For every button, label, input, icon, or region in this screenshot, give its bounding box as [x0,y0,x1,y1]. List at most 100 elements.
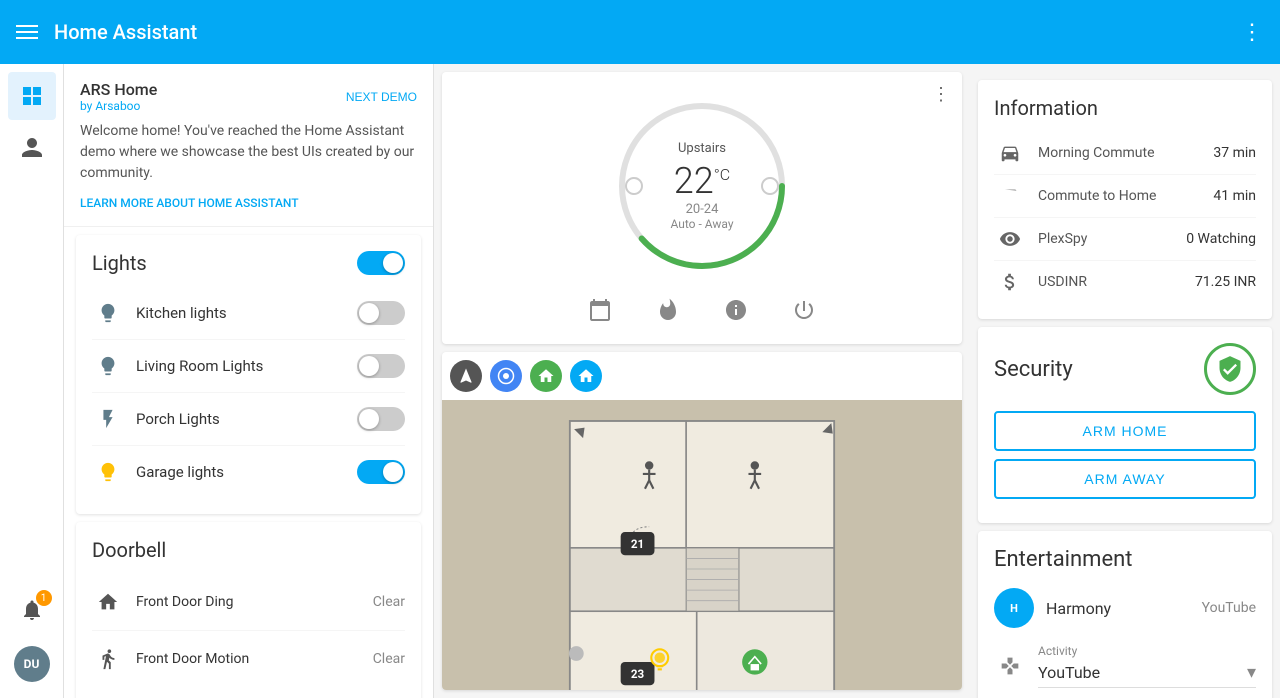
thermostat-calendar-icon[interactable] [582,292,618,328]
car-icon [994,185,1026,207]
walk-icon [92,643,124,675]
garage-lights-toggle[interactable] [357,460,405,484]
information-title: Information [994,96,1256,120]
sidebar-item-person[interactable] [8,124,56,172]
app-title: Home Assistant [54,20,1241,44]
thermostat-more-button[interactable]: ⋮ [932,84,950,105]
chrome-icon[interactable] [490,360,522,392]
list-item: Garage lights [92,446,405,498]
welcome-description: Welcome home! You've reached the Home As… [80,121,417,184]
thermostat-fan-icon[interactable] [718,292,754,328]
information-card: Information Morning Commute 37 min Commu… [978,80,1272,319]
info-label: USDINR [1038,274,1195,290]
floorplan-card: 21 23 [442,352,962,690]
doorbell-name: Front Door Ding [136,594,373,610]
app-bar: Home Assistant ⋮ [0,0,1280,64]
security-card: Security ARM HOME ARM AWAY [978,327,1272,523]
thermostat-card: ⋮ Upstairs 22°C 20-24 Aut [442,72,962,344]
thermostat-flame-icon[interactable] [650,292,686,328]
security-title: Security [994,357,1073,382]
home-assistant-icon[interactable] [530,360,562,392]
thermostat-room: Upstairs [670,141,733,156]
list-item: Living Room Lights [92,340,405,393]
svg-text:21: 21 [631,537,644,551]
activity-select[interactable]: YouTube ▾ [1038,662,1256,688]
arm-home-button[interactable]: ARM HOME [994,411,1256,451]
harmony-activity: YouTube [1202,600,1256,616]
list-item: Commute to Home 41 min [994,175,1256,218]
svg-text:23: 23 [631,667,645,681]
thermostat-mode: Auto - Away [670,217,733,231]
list-item: USDINR 71.25 INR [994,261,1256,303]
lightbulb-icon [92,297,124,329]
arm-away-button[interactable]: ARM AWAY [994,459,1256,499]
list-item: Front Door Motion Clear [92,631,405,687]
more-vert-icon[interactable]: ⋮ [1241,20,1264,45]
info-value: 41 min [1213,188,1256,204]
sidebar: 1 DU [0,64,64,698]
activity-row: Activity YouTube ▾ [994,644,1256,688]
eye-icon [994,228,1026,250]
light-name: Garage lights [136,463,357,481]
learn-more-link[interactable]: LEARN MORE ABOUT HOME ASSISTANT [80,196,417,210]
sidebar-bottom: 1 DU [8,586,56,698]
lights-master-toggle[interactable] [357,251,405,275]
activity-dropdown-icon: ▾ [1247,662,1256,683]
menu-icon[interactable] [16,25,38,39]
navigate-icon[interactable] [450,360,482,392]
lightbulb-icon [92,350,124,382]
info-label: Commute to Home [1038,188,1213,204]
doorbell-status: Clear [373,651,405,667]
thermostat-circle: Upstairs 22°C 20-24 Auto - Away [612,96,792,276]
by-label[interactable]: by Arsaboo [80,99,157,113]
lights-card: Lights Kitchen lights [76,235,421,514]
list-item: Morning Commute 37 min [994,132,1256,175]
dollar-icon [994,271,1026,293]
light-name: Kitchen lights [136,304,357,322]
doorbell-card: Doorbell Front Door Ding Clear Front Doo… [76,522,421,698]
home-icon [92,586,124,618]
list-item: Porch Lights [92,393,405,446]
list-item: PlexSpy 0 Watching [994,218,1256,261]
living-room-lights-toggle[interactable] [357,354,405,378]
doorbell-status: Clear [373,594,405,610]
lights-title: Lights [92,251,147,275]
security-shield-icon [1204,343,1256,395]
next-demo-button[interactable]: NEXT DEMO [346,90,417,104]
right-panels: Family Room I Wasn't Born To Follow The … [970,64,1280,698]
home-name: ARS Home [80,80,157,99]
avatar[interactable]: DU [14,646,50,682]
notification-bell[interactable]: 1 [8,586,56,634]
light-name: Living Room Lights [136,357,357,375]
center-panel: ⋮ Upstairs 22°C 20-24 Aut [434,64,970,698]
info-value: 37 min [1213,145,1256,161]
info-value: 71.25 INR [1195,274,1256,290]
doorbell-title: Doorbell [92,538,405,562]
entertainment-card: Entertainment H Harmony YouTube Activity… [978,531,1272,698]
floorplan-toolbar [442,352,962,400]
light-name: Porch Lights [136,410,357,428]
thermostat-controls [582,292,822,328]
thermostat-temp: 22°C [670,160,733,202]
left-panel: ARS Home by Arsaboo NEXT DEMO Welcome ho… [64,64,434,698]
notification-badge: 1 [36,590,52,606]
lightbulb-icon [92,456,124,488]
list-item: Kitchen lights [92,287,405,340]
hass-icon[interactable] [570,360,602,392]
list-item: Front Door Ding Clear [92,574,405,631]
harmony-device-row: H Harmony YouTube [994,588,1256,628]
thermostat-range: 20-24 [670,202,733,217]
sidebar-item-grid[interactable] [8,72,56,120]
welcome-section: ARS Home by Arsaboo NEXT DEMO Welcome ho… [64,64,433,227]
kitchen-lights-toggle[interactable] [357,301,405,325]
activity-icon [994,656,1026,676]
thermostat-power-icon[interactable] [786,292,822,328]
activity-value: YouTube [1038,663,1247,682]
info-label: PlexSpy [1038,231,1186,247]
porch-lights-toggle[interactable] [357,407,405,431]
info-label: Morning Commute [1038,145,1213,161]
doorbell-name: Front Door Motion [136,651,373,667]
car-icon [994,142,1026,164]
info-value: 0 Watching [1186,231,1256,247]
floorplan-area[interactable]: 21 23 [442,400,962,690]
